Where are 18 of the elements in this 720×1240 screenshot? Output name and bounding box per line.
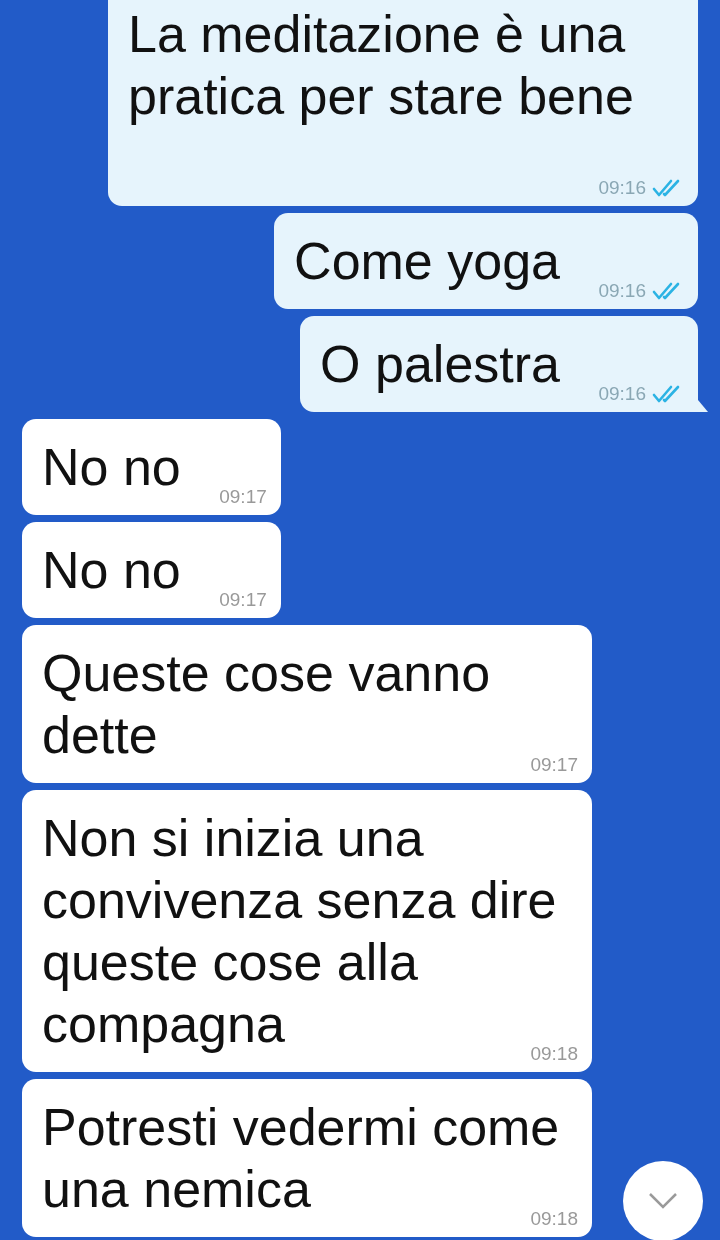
message-text: La meditazione è una pratica per stare bene bbox=[128, 5, 634, 125]
message-text: O palestra bbox=[320, 335, 560, 393]
message-text: Come yoga bbox=[294, 232, 560, 290]
message-time: 09:16 bbox=[598, 384, 646, 404]
message-time: 09:17 bbox=[219, 590, 267, 610]
message-time: 09:16 bbox=[598, 178, 646, 198]
message-bubble[interactable]: No no 09:17 bbox=[22, 522, 281, 618]
message-text: No no bbox=[42, 541, 181, 599]
message-text: No no bbox=[42, 438, 181, 496]
message-text: Queste cose vanno dette bbox=[42, 644, 491, 764]
message-bubble[interactable]: Come yoga 09:16 bbox=[274, 213, 698, 309]
message-time: 09:17 bbox=[219, 487, 267, 507]
message-bubble[interactable]: Queste cose vanno dette 09:17 bbox=[22, 625, 592, 783]
message-bubble[interactable]: La meditazione è una pratica per stare bene 09:16 bbox=[108, 0, 698, 206]
message-bubble[interactable]: No no 09:17 bbox=[22, 419, 281, 515]
message-time: 09:17 bbox=[530, 755, 578, 775]
chevron-down-icon bbox=[648, 1192, 678, 1210]
message-time: 09:16 bbox=[598, 281, 646, 301]
